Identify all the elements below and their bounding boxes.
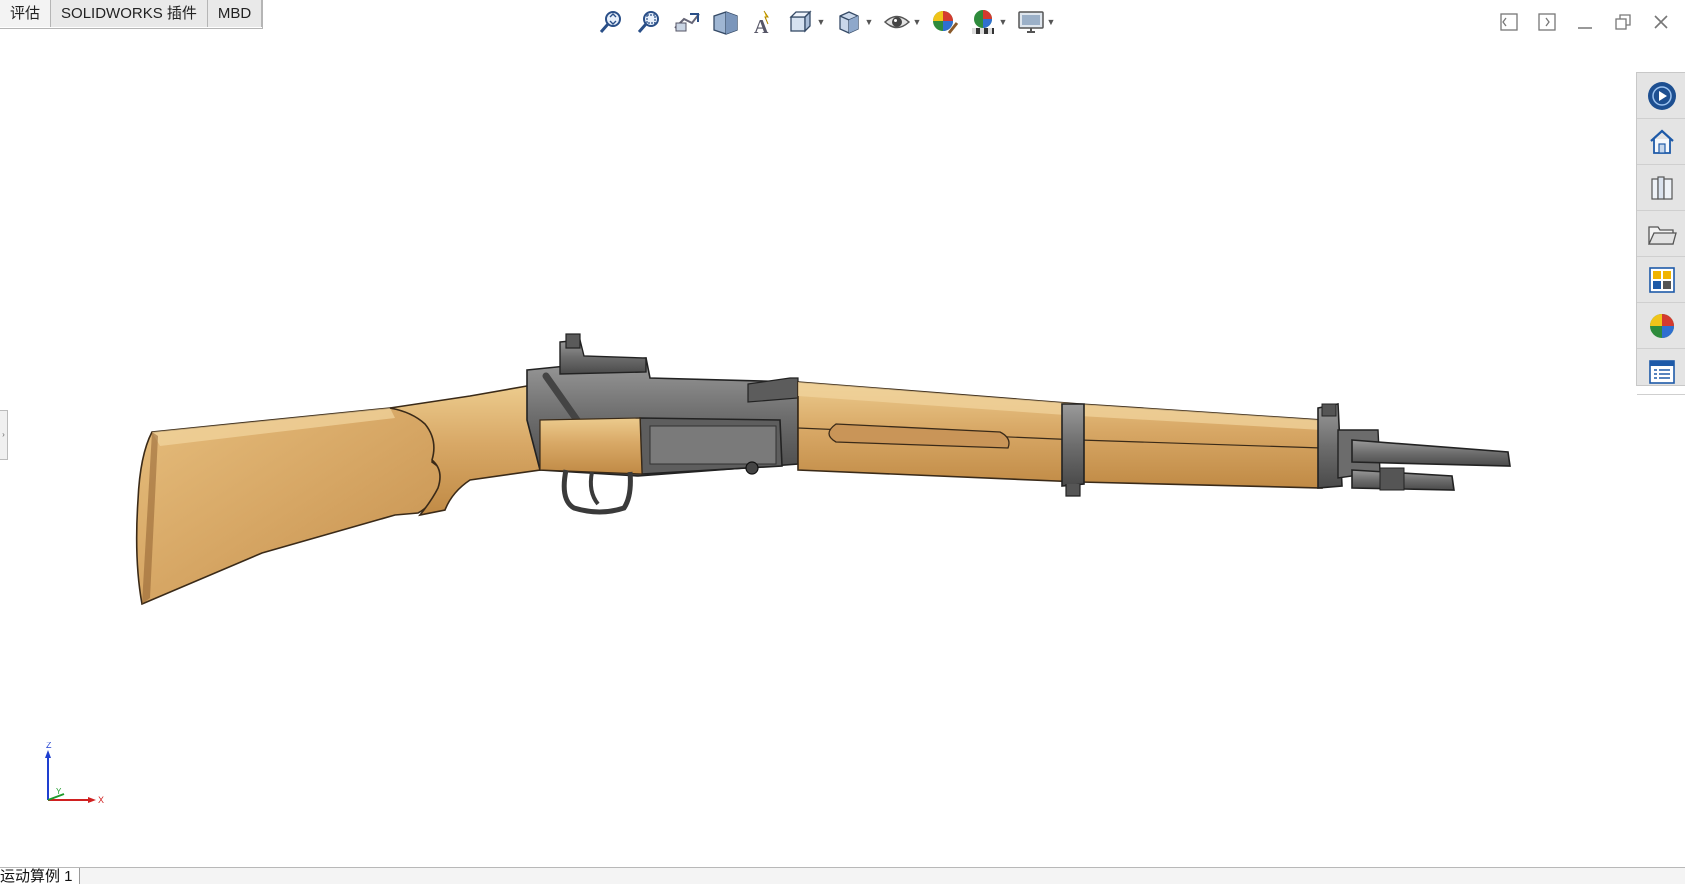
file-explorer-button[interactable] [1637,211,1685,257]
close-icon [1654,15,1668,29]
solidworks-resources-button[interactable] [1637,73,1685,119]
tab-solidworks-addins[interactable]: SOLIDWORKS 插件 [51,0,208,27]
dynamic-annotation-button[interactable]: A [746,5,780,39]
tile-left-button[interactable] [1490,8,1528,36]
tile-right-button[interactable] [1528,8,1566,36]
tab-motion-study-1[interactable]: 运动算例 1 [0,868,80,884]
previous-view-button[interactable] [670,5,704,39]
zoom-to-fit-icon [599,11,621,33]
file-explorer-icon [1647,225,1677,245]
appearances-icon [1649,313,1674,338]
rifle-model [135,333,1511,606]
design-library-icon [1650,175,1673,200]
rifle-trigger-guard [561,469,633,515]
zoom-to-area-icon [637,11,659,33]
tile-right-icon [1538,13,1556,31]
task-pane [1636,72,1685,395]
hide-show-items-icon [883,15,911,29]
edit-appearance-icon [933,11,959,34]
close-button[interactable] [1642,8,1680,36]
triad-y-label: Y [56,787,62,796]
rifle-barrel [1351,439,1511,467]
section-view-icon [713,11,738,35]
section-view-button[interactable] [708,5,742,39]
zoom-to-area-button[interactable] [632,5,666,39]
apply-scene-icon [972,10,994,34]
dynamic-annotation-icon: A [754,10,769,36]
graphics-area[interactable]: Z X Y [0,44,1630,864]
minimize-button[interactable] [1566,8,1604,36]
window-controls [1490,8,1680,36]
view-palette-button[interactable] [1637,257,1685,303]
display-style-icon [839,11,859,34]
view-orientation-icon [789,10,812,33]
heads-up-view-toolbar: A ▼ ▼ ▼ ▼ ▼ [594,5,1062,39]
svg-text:A: A [754,16,769,36]
minimize-icon [1578,27,1592,29]
restore-button[interactable] [1604,8,1642,36]
home-icon [1649,129,1674,154]
custom-properties-icon [1648,359,1675,384]
design-library-button[interactable] [1637,165,1685,211]
zoom-to-fit-button[interactable] [594,5,628,39]
view-orientation-button[interactable] [784,5,818,39]
view-settings-button[interactable] [1014,5,1048,39]
apply-scene-button[interactable] [966,5,1000,39]
home-button[interactable] [1637,119,1685,165]
motion-study-tab-bar: 运动算例 1 [0,867,1685,884]
appearances-button[interactable] [1637,303,1685,349]
command-manager-tabs: 评估 SOLIDWORKS 插件 MBD [0,0,264,29]
reference-triad: Z X Y [45,742,104,805]
edit-appearance-button[interactable] [928,5,962,39]
tab-mbd[interactable]: MBD [207,0,263,27]
triad-x-label: X [98,795,104,805]
view-settings-icon [1018,11,1044,33]
tab-evaluate[interactable]: 评估 [0,0,52,27]
display-style-button[interactable] [832,5,866,39]
view-palette-icon [1648,266,1675,293]
solidworks-resources-icon [1647,81,1676,110]
tile-left-icon [1500,13,1518,31]
hide-show-items-button[interactable] [880,5,914,39]
triad-z-label: Z [46,742,52,750]
previous-view-icon [674,13,700,32]
rifle-barrel-band [1061,403,1085,487]
custom-properties-button[interactable] [1637,349,1685,395]
restore-icon [1615,14,1631,30]
